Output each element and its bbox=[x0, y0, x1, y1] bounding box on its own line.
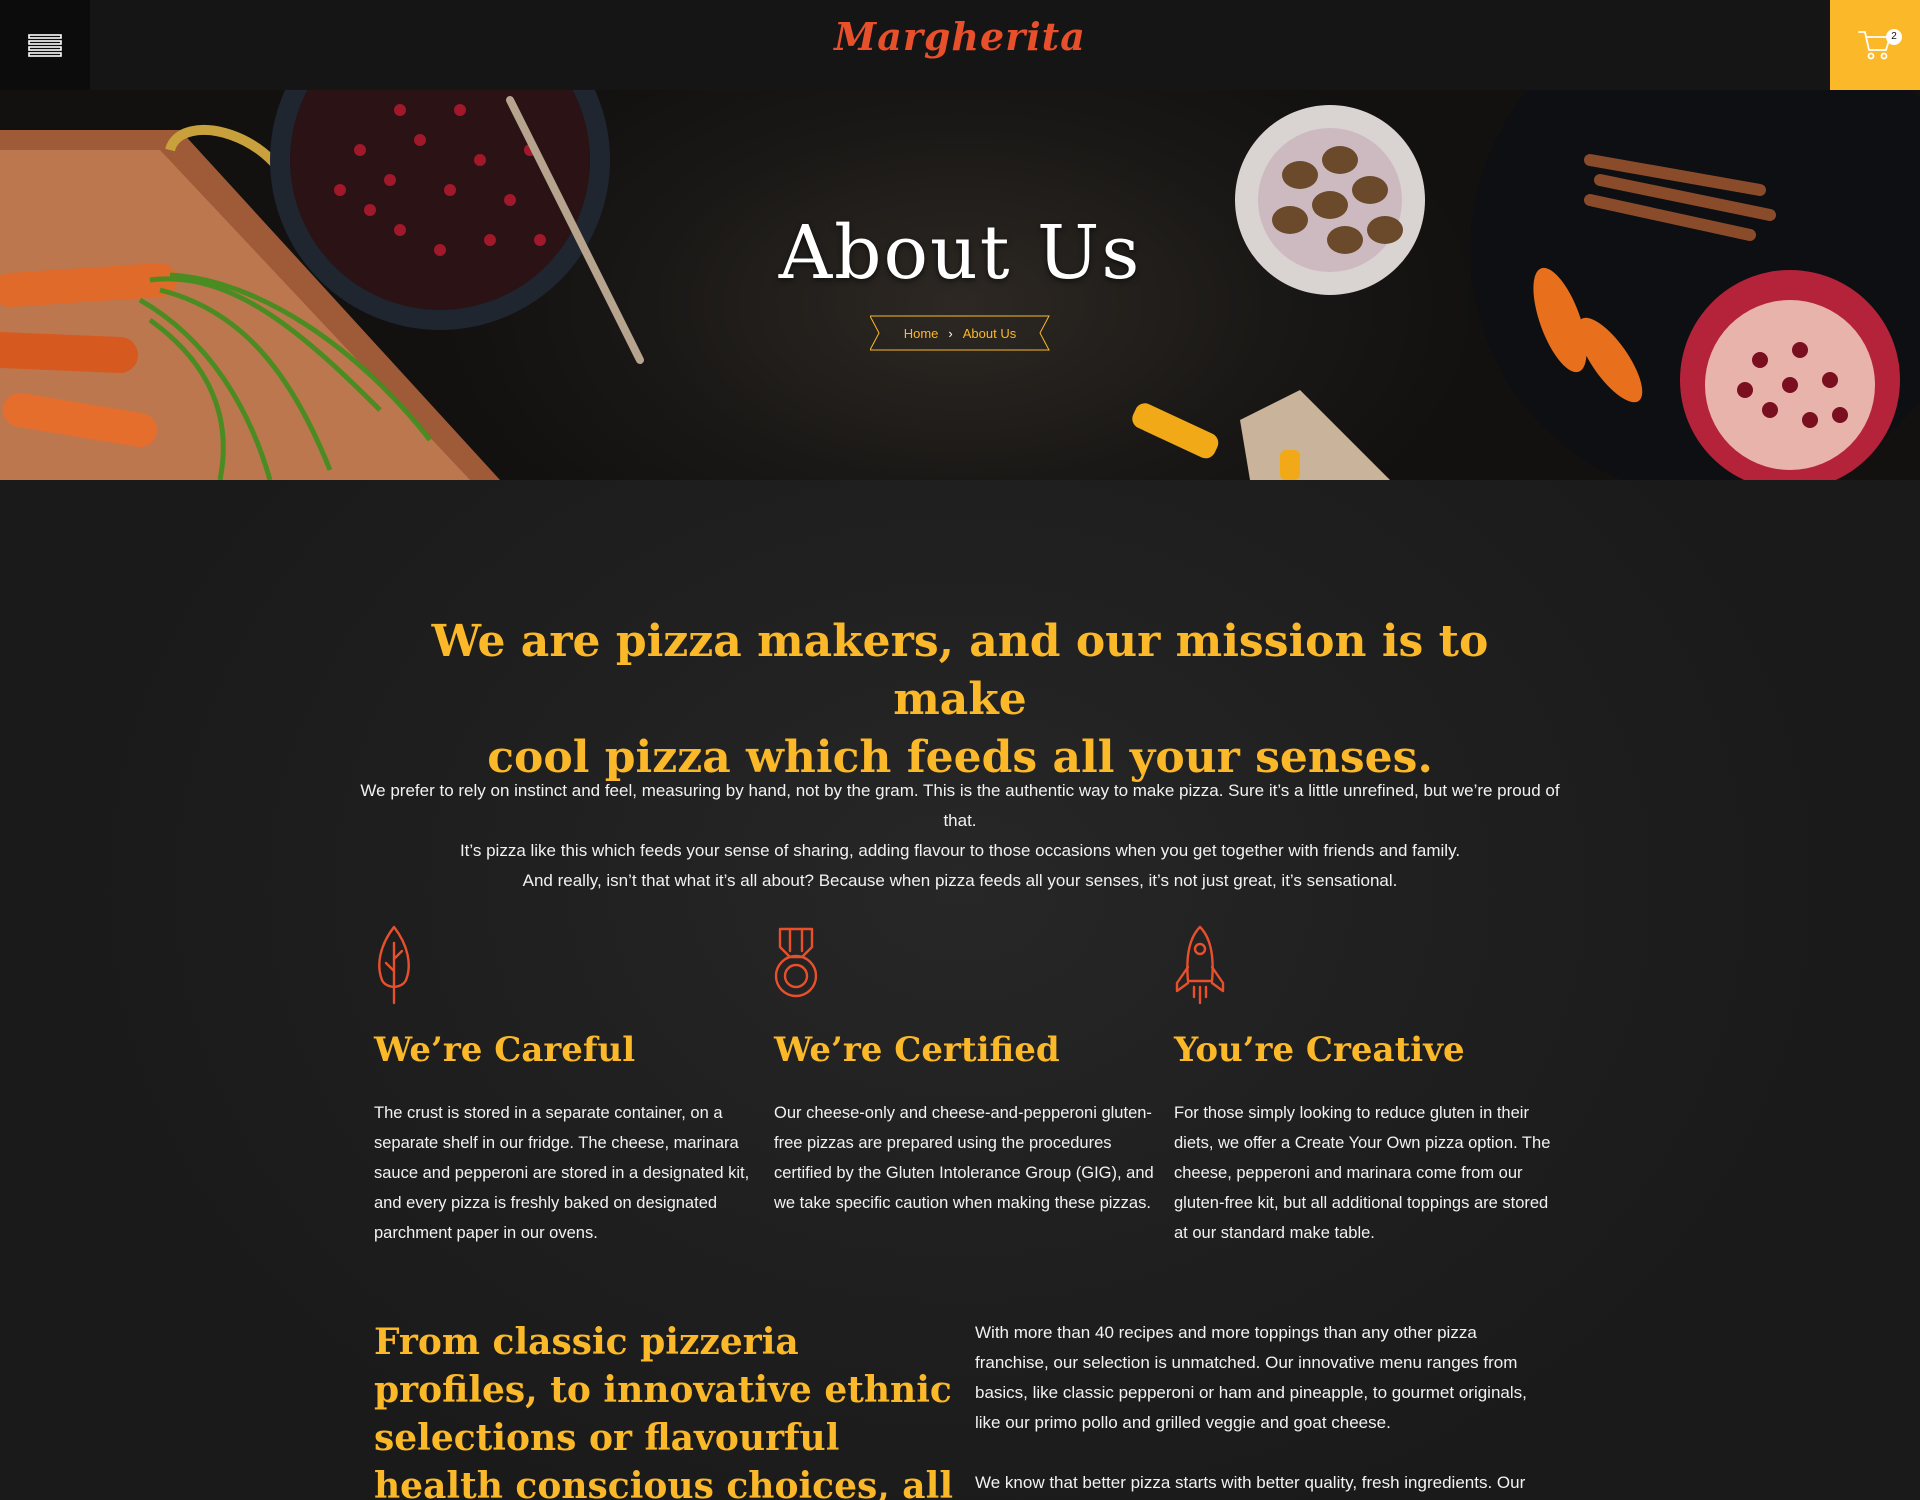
feature-careful: We’re Careful The crust is stored in a s… bbox=[374, 925, 754, 1248]
rocket-icon bbox=[1175, 925, 1225, 1005]
feature-certified: We’re Certified Our cheese-only and chee… bbox=[774, 925, 1154, 1218]
site-header: Margherita 2 bbox=[0, 0, 1920, 90]
cart-count-badge: 2 bbox=[1886, 29, 1902, 45]
feature-text: Our cheese-only and cheese-and-pepperoni… bbox=[774, 1104, 1154, 1212]
classic-headline: From classic pizzeria profiles, to innov… bbox=[374, 1321, 953, 1500]
leaf-icon bbox=[378, 925, 410, 1005]
selection-paragraph-1: With more than 40 recipes and more toppi… bbox=[975, 1323, 1527, 1432]
chevron-right-icon: › bbox=[948, 325, 953, 341]
feature-title: We’re Certified bbox=[774, 1030, 1060, 1070]
breadcrumb: Home › About Us bbox=[870, 315, 1050, 351]
about-content: We are pizza makers, and our mission is … bbox=[0, 480, 1920, 1500]
intro-line-3: And really, isn’t that what it’s all abo… bbox=[522, 871, 1398, 890]
medal-icon bbox=[774, 927, 818, 998]
cart-button[interactable]: 2 bbox=[1830, 0, 1920, 90]
feature-text: For those simply looking to reduce glute… bbox=[1174, 1104, 1551, 1242]
feature-text: The crust is stored in a separate contai… bbox=[374, 1104, 750, 1242]
feature-title: You’re Creative bbox=[1174, 1030, 1465, 1070]
feature-title: We’re Careful bbox=[374, 1030, 636, 1070]
selection-text: With more than 40 recipes and more toppi… bbox=[975, 1318, 1555, 1498]
intro-paragraph: We prefer to rely on instinct and feel, … bbox=[360, 776, 1560, 896]
site-logo[interactable]: Margherita bbox=[0, 14, 1920, 59]
page-title: About Us bbox=[778, 210, 1142, 296]
breadcrumb-frame bbox=[870, 315, 1050, 351]
intro-line-1: We prefer to rely on instinct and feel, … bbox=[360, 781, 1560, 830]
breadcrumb-current: About Us bbox=[962, 325, 1017, 341]
mission-headline-line-1: We are pizza makers, and our mission is … bbox=[431, 616, 1489, 725]
feature-creative: You’re Creative For those simply looking… bbox=[1174, 925, 1554, 1248]
mission-headline: We are pizza makers, and our mission is … bbox=[360, 613, 1560, 787]
hero-banner: About Us Home › About Us bbox=[0, 90, 1920, 480]
breadcrumb-home-link[interactable]: Home bbox=[904, 326, 939, 341]
selection-paragraph-2: We know that better pizza starts with be… bbox=[975, 1473, 1526, 1492]
intro-line-2: It’s pizza like this which feeds your se… bbox=[459, 841, 1461, 860]
